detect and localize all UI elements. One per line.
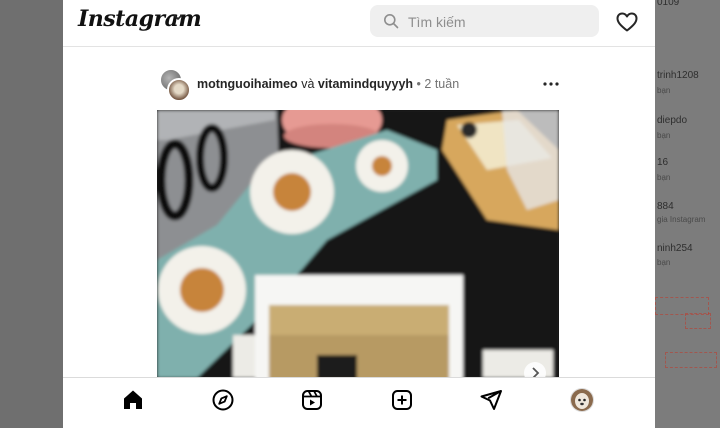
chevron-down-icon[interactable] bbox=[171, 10, 185, 24]
bg-suggestion-text: 0109 bbox=[657, 0, 680, 8]
post-author-2[interactable]: vitamindquyyyh bbox=[318, 77, 413, 91]
bg-suggestion-text: bạn bbox=[657, 86, 671, 95]
bg-suggestion-text: gia Instagram bbox=[657, 215, 706, 224]
more-horizontal-icon[interactable] bbox=[541, 74, 561, 94]
post-author-1[interactable]: motnguoihaimeo bbox=[197, 77, 298, 91]
heart-icon[interactable] bbox=[615, 10, 639, 34]
collab-avatars[interactable] bbox=[159, 68, 191, 102]
profile-avatar[interactable] bbox=[570, 388, 594, 412]
avatar bbox=[571, 389, 593, 411]
search-box[interactable] bbox=[370, 5, 599, 37]
search-input[interactable] bbox=[406, 10, 590, 34]
background-suggestions-panel: 0109 trinh1208 bạn diepdo bạn 16 bạn 884… bbox=[655, 0, 720, 428]
post-photo-graphic bbox=[157, 110, 559, 378]
bg-suggestion-text: bạn bbox=[657, 131, 671, 140]
create-icon[interactable] bbox=[390, 388, 414, 412]
post-meta: motnguoihaimeo và vitamindquyyyh • 2 tuầ… bbox=[197, 77, 459, 91]
instagram-window: Instagram motnguoihaimeo và vitamindquyy… bbox=[63, 0, 655, 428]
bg-suggestion-text: bạn bbox=[657, 258, 671, 267]
direct-icon[interactable] bbox=[479, 388, 503, 412]
explore-icon[interactable] bbox=[211, 388, 235, 412]
bg-suggestion-text: 884 bbox=[657, 201, 674, 212]
post-image[interactable] bbox=[157, 110, 559, 378]
and-text: và bbox=[301, 77, 315, 91]
post-timestamp[interactable]: 2 tuần bbox=[424, 77, 459, 91]
search-icon bbox=[384, 14, 399, 29]
chevron-right-icon[interactable] bbox=[524, 362, 546, 378]
top-bar: Instagram bbox=[63, 0, 655, 47]
bg-suggestion-text: 16 bbox=[657, 157, 669, 168]
avatar[interactable] bbox=[167, 78, 191, 102]
bg-suggestion-text: trinh1208 bbox=[657, 70, 699, 81]
bg-ghost-box bbox=[685, 313, 711, 329]
reels-icon[interactable] bbox=[300, 388, 324, 412]
bg-suggestion-text: ninh254 bbox=[657, 243, 693, 254]
dot-separator: • bbox=[416, 77, 421, 91]
bottom-nav bbox=[63, 377, 655, 424]
home-icon[interactable] bbox=[121, 388, 145, 412]
dimmed-backdrop-left bbox=[0, 0, 63, 428]
post-header: motnguoihaimeo và vitamindquyyyh • 2 tuầ… bbox=[157, 66, 567, 102]
bg-suggestion-text: diepdo bbox=[657, 115, 688, 126]
bg-ghost-box bbox=[665, 352, 717, 368]
bg-suggestion-text: bạn bbox=[657, 173, 671, 182]
